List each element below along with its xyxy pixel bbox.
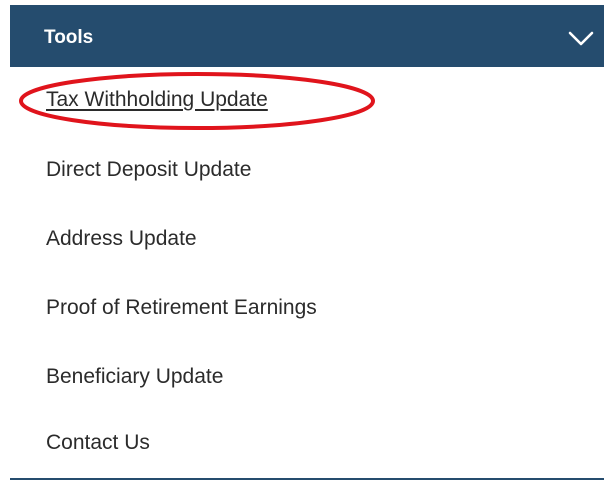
- menu-item-tax-withholding-update[interactable]: Tax Withholding Update: [46, 89, 268, 110]
- tools-menu-title: Tools: [44, 27, 94, 48]
- tools-menu-header[interactable]: Tools: [10, 5, 604, 67]
- chevron-down-icon[interactable]: [568, 31, 594, 47]
- bottom-divider: [10, 478, 604, 480]
- tools-menu: Tools Tax Withholding Update Direct Depo…: [10, 0, 604, 482]
- menu-item-proof-of-retirement-earnings[interactable]: Proof of Retirement Earnings: [46, 297, 317, 318]
- menu-item-address-update[interactable]: Address Update: [46, 228, 197, 249]
- menu-item-direct-deposit-update[interactable]: Direct Deposit Update: [46, 159, 251, 180]
- menu-item-beneficiary-update[interactable]: Beneficiary Update: [46, 366, 223, 387]
- menu-item-contact-us[interactable]: Contact Us: [46, 432, 150, 453]
